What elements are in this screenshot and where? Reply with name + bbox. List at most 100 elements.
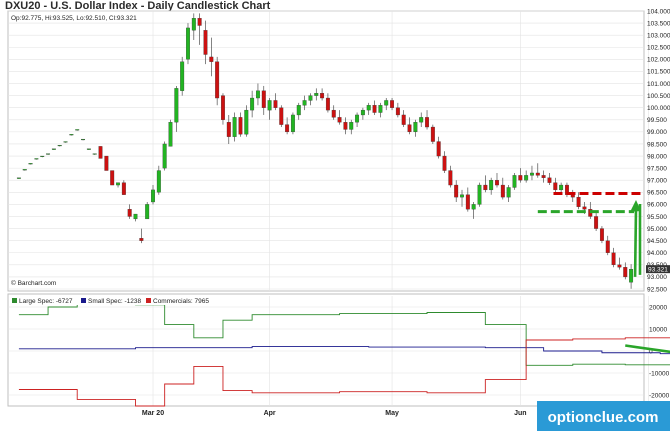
candle-body bbox=[151, 189, 155, 203]
candle-body bbox=[425, 117, 429, 128]
candle-body bbox=[512, 175, 517, 188]
x-tick-label: Mar 20 bbox=[142, 410, 164, 417]
candle-body bbox=[156, 170, 161, 193]
price-y-tick: 96.500 bbox=[647, 190, 667, 197]
candle-body bbox=[460, 194, 464, 198]
candle-body bbox=[203, 30, 208, 55]
price-y-tick: 94.500 bbox=[647, 238, 667, 245]
candle-body bbox=[471, 204, 476, 210]
price-y-tick: 103.000 bbox=[647, 32, 670, 39]
candle-body bbox=[430, 126, 435, 142]
candle-body bbox=[314, 93, 319, 96]
legend-swatch-commercials bbox=[146, 298, 151, 303]
chart-svg: DXU20 - U.S. Dollar Index - Daily Candle… bbox=[0, 0, 670, 431]
cot-y-tick: -20000 bbox=[649, 392, 670, 399]
price-y-tick: 96.000 bbox=[647, 202, 667, 209]
candle-body bbox=[553, 182, 558, 191]
price-y-tick: 99.500 bbox=[647, 117, 667, 124]
candle-body bbox=[302, 100, 307, 106]
x-tick-label: Apr bbox=[264, 410, 276, 417]
cot-y-tick: -10000 bbox=[649, 370, 670, 377]
candle-body bbox=[337, 117, 342, 123]
legend-swatch-large-spec bbox=[12, 298, 17, 303]
legend-swatch-small-spec bbox=[81, 298, 86, 303]
price-y-tick: 93.000 bbox=[647, 274, 667, 281]
candle-body bbox=[46, 153, 51, 155]
cot-legend: Large Spec: -6727 Small Spec: -1238 Comm… bbox=[9, 296, 224, 305]
candle-body bbox=[442, 155, 447, 171]
cot-y-tick: 10000 bbox=[649, 326, 667, 333]
candle-body bbox=[139, 238, 144, 241]
price-y-tick: 102.000 bbox=[647, 57, 670, 64]
candle-body bbox=[477, 184, 482, 205]
candle-body bbox=[215, 61, 220, 99]
candle-body bbox=[127, 209, 132, 217]
ohlc-label: Op:92.775, Hi:93.525, Lo:92.510, Cl:93.3… bbox=[11, 15, 137, 22]
candle-body bbox=[349, 122, 354, 130]
candle-body bbox=[384, 100, 389, 106]
candle-body bbox=[296, 105, 301, 116]
candle-body bbox=[75, 129, 80, 131]
price-y-tick: 94.000 bbox=[647, 250, 667, 257]
candle-body bbox=[535, 172, 540, 176]
candle-body bbox=[454, 184, 459, 198]
candle-body bbox=[582, 206, 587, 210]
x-tick-label: May bbox=[385, 410, 399, 417]
candle-body bbox=[483, 184, 488, 191]
candle-body bbox=[390, 100, 395, 108]
candle-body bbox=[51, 148, 56, 150]
candle-body bbox=[186, 27, 190, 60]
candle-body bbox=[209, 56, 214, 62]
candle-body bbox=[121, 182, 126, 195]
candle-body bbox=[168, 122, 173, 147]
price-y-tick: 101.000 bbox=[647, 81, 670, 88]
candle-body bbox=[81, 138, 86, 141]
price-y-tick: 103.500 bbox=[647, 20, 670, 27]
price-y-tick: 100.500 bbox=[647, 93, 670, 100]
candle-body bbox=[162, 143, 167, 169]
price-y-tick: 104.000 bbox=[647, 8, 670, 15]
price-y-tick: 95.500 bbox=[647, 214, 667, 221]
candle-body bbox=[69, 134, 74, 136]
candle-body bbox=[320, 93, 325, 99]
candle-body bbox=[436, 141, 441, 157]
candle-body bbox=[599, 228, 604, 241]
candle-body bbox=[594, 216, 599, 229]
candle-body bbox=[290, 114, 295, 133]
candle-body bbox=[250, 97, 255, 111]
candle-body bbox=[547, 177, 552, 183]
candle-body bbox=[401, 114, 406, 125]
candle-body bbox=[57, 145, 62, 147]
candle-body bbox=[489, 180, 494, 191]
candle-body bbox=[629, 269, 634, 283]
candle-body bbox=[506, 187, 511, 198]
candle-body bbox=[221, 95, 225, 120]
candle-body bbox=[495, 180, 499, 186]
candle-body bbox=[92, 153, 97, 155]
price-y-tick: 97.000 bbox=[647, 178, 667, 185]
price-y-tick: 102.500 bbox=[647, 45, 670, 52]
candle-body bbox=[407, 124, 412, 133]
candle-body bbox=[279, 107, 284, 125]
price-y-tick: 98.500 bbox=[647, 141, 667, 148]
candle-body bbox=[63, 141, 68, 143]
candle-body bbox=[372, 105, 377, 113]
candle-body bbox=[285, 124, 290, 133]
price-y-tick: 95.000 bbox=[647, 226, 667, 233]
candle-body bbox=[133, 213, 138, 220]
candle-body bbox=[617, 264, 622, 268]
candle-body bbox=[378, 105, 383, 113]
candle-body bbox=[366, 105, 371, 111]
candle-body bbox=[395, 107, 400, 116]
candle-body bbox=[518, 175, 523, 181]
candle-body bbox=[34, 158, 39, 160]
watermark: optionclue.com bbox=[537, 401, 670, 431]
candle-body bbox=[448, 170, 453, 186]
price-y-tick: 100.000 bbox=[647, 105, 670, 112]
candle-body bbox=[570, 194, 575, 198]
candle-body bbox=[261, 90, 266, 108]
candle-body bbox=[413, 122, 418, 133]
price-y-tick: 98.000 bbox=[647, 153, 667, 160]
chart-title: DXU20 - U.S. Dollar Index - Daily Candle… bbox=[5, 0, 271, 12]
last-price-value: 93.321 bbox=[648, 266, 668, 273]
